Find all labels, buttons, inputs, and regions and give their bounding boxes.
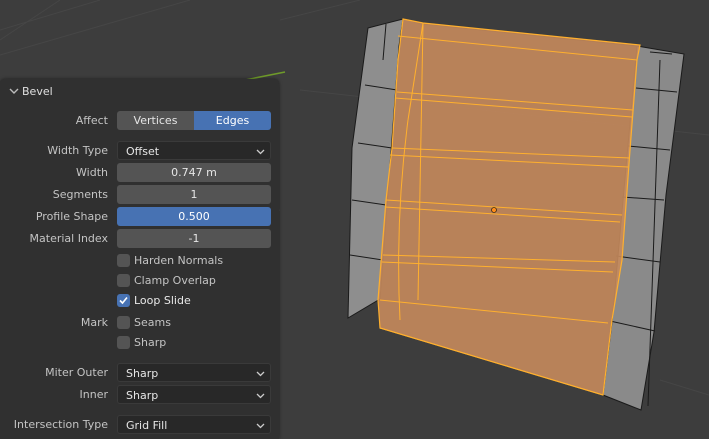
clamp-overlap-label: Clamp Overlap bbox=[134, 274, 216, 287]
affect-edges-button[interactable]: Edges bbox=[194, 111, 271, 130]
panel-header[interactable]: Bevel bbox=[8, 84, 53, 98]
segments-label: Segments bbox=[52, 188, 108, 201]
mark-sharp-row: Sharp bbox=[0, 333, 279, 353]
loop-slide-checkbox[interactable] bbox=[117, 294, 130, 307]
seams-label: Seams bbox=[134, 316, 171, 329]
profile-shape-row: Profile Shape 0.500 bbox=[0, 207, 279, 227]
object-origin bbox=[491, 207, 497, 213]
sharp-label: Sharp bbox=[134, 336, 167, 349]
miter-outer-row: Miter Outer Sharp bbox=[0, 363, 279, 383]
miter-inner-label: Inner bbox=[79, 388, 108, 401]
mesh-object[interactable] bbox=[347, 18, 685, 411]
affect-row: Affect Vertices Edges bbox=[0, 111, 279, 131]
material-index-field[interactable]: -1 bbox=[117, 229, 271, 248]
clamp-overlap-row: Clamp Overlap bbox=[0, 271, 279, 291]
width-type-dropdown[interactable]: Offset bbox=[117, 141, 271, 160]
chevron-down-icon bbox=[9, 88, 19, 94]
affect-vertices-button[interactable]: Vertices bbox=[117, 111, 194, 130]
miter-outer-dropdown[interactable]: Sharp bbox=[117, 363, 271, 382]
width-type-value: Offset bbox=[126, 145, 160, 158]
bevel-operator-panel: Bevel Affect Vertices Edges Width Type O… bbox=[0, 79, 279, 439]
miter-outer-value: Sharp bbox=[126, 367, 159, 380]
harden-normals-checkbox[interactable] bbox=[117, 254, 130, 267]
intersection-type-row: Intersection Type Grid Fill bbox=[0, 415, 279, 435]
miter-inner-dropdown[interactable]: Sharp bbox=[117, 385, 271, 404]
affect-label: Affect bbox=[75, 114, 108, 127]
mark-label: Mark bbox=[80, 316, 108, 329]
intersection-type-value: Grid Fill bbox=[126, 419, 168, 432]
width-type-label: Width Type bbox=[47, 144, 108, 157]
width-label: Width bbox=[76, 166, 108, 179]
miter-outer-label: Miter Outer bbox=[45, 366, 108, 379]
material-index-label: Material Index bbox=[29, 232, 108, 245]
chevron-down-icon bbox=[256, 371, 265, 377]
segments-field[interactable]: 1 bbox=[117, 185, 271, 204]
profile-shape-slider[interactable]: 0.500 bbox=[117, 207, 271, 226]
intersection-type-label: Intersection Type bbox=[13, 418, 108, 431]
chevron-down-icon bbox=[256, 393, 265, 399]
miter-inner-row: Inner Sharp bbox=[0, 385, 279, 405]
clamp-overlap-checkbox[interactable] bbox=[117, 274, 130, 287]
chevron-down-icon bbox=[256, 423, 265, 429]
seams-checkbox[interactable] bbox=[117, 316, 130, 329]
sharp-checkbox[interactable] bbox=[117, 336, 130, 349]
profile-shape-label: Profile Shape bbox=[35, 210, 108, 223]
panel-title: Bevel bbox=[22, 84, 53, 98]
intersection-type-dropdown[interactable]: Grid Fill bbox=[117, 415, 271, 434]
loop-slide-row: Loop Slide bbox=[0, 291, 279, 311]
width-type-row: Width Type Offset bbox=[0, 141, 279, 161]
segments-row: Segments 1 bbox=[0, 185, 279, 205]
harden-normals-row: Harden Normals bbox=[0, 251, 279, 271]
material-index-row: Material Index -1 bbox=[0, 229, 279, 249]
miter-inner-value: Sharp bbox=[126, 389, 159, 402]
loop-slide-label: Loop Slide bbox=[134, 294, 191, 307]
harden-normals-label: Harden Normals bbox=[134, 254, 224, 267]
width-row: Width 0.747 m bbox=[0, 163, 279, 183]
mark-seams-row: Mark Seams bbox=[0, 313, 279, 333]
checkmark-icon bbox=[119, 296, 128, 305]
width-field[interactable]: 0.747 m bbox=[117, 163, 271, 182]
chevron-down-icon bbox=[256, 149, 265, 155]
